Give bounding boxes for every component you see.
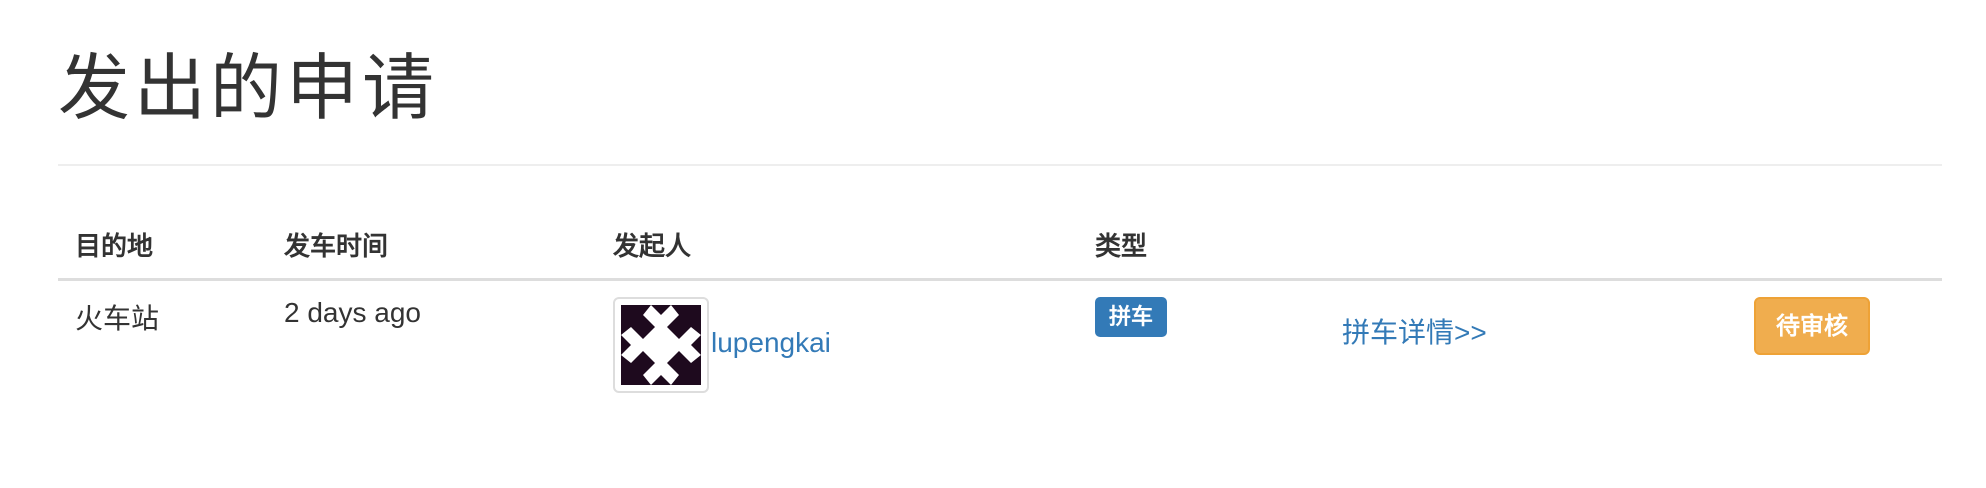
destination-text: 火车站 [75, 303, 160, 334]
table-header: 目的地 发车时间 发起人 类型 [58, 210, 1942, 281]
departure-time-text: 2 days ago [284, 297, 421, 328]
column-header-departure-time: 发车时间 [267, 210, 596, 281]
pending-review-button[interactable]: 待审核 [1754, 297, 1870, 355]
page: 发出的申请 目的地 发车时间 发起人 类型 火车站 2 days ago lup… [58, 0, 1942, 488]
table-body: 火车站 2 days ago lupengkai 拼车 拼车详情>> 待审核 [58, 280, 1942, 398]
cell-destination: 火车站 [58, 280, 267, 398]
cell-departure-time: 2 days ago [267, 280, 596, 398]
type-badge: 拼车 [1095, 297, 1168, 337]
initiator-link[interactable]: lupengkai [711, 327, 831, 359]
page-title: 发出的申请 [58, 46, 439, 130]
column-header-detail [1320, 210, 1737, 281]
column-header-destination: 目的地 [58, 210, 267, 281]
cell-detail: 拼车详情>> [1320, 280, 1737, 398]
cell-initiator: lupengkai [596, 280, 1078, 398]
identicon-avatar-icon [621, 305, 701, 385]
requests-table: 目的地 发车时间 发起人 类型 火车站 2 days ago lupengkai… [58, 210, 1942, 397]
column-header-type: 类型 [1078, 210, 1320, 281]
table-row: 火车站 2 days ago lupengkai 拼车 拼车详情>> 待审核 [58, 280, 1942, 398]
column-header-initiator: 发起人 [596, 210, 1078, 281]
column-header-status [1737, 210, 1942, 281]
cell-type: 拼车 [1078, 280, 1320, 398]
avatar[interactable] [613, 297, 709, 393]
initiator-info: lupengkai [613, 297, 1078, 393]
table-header-row: 目的地 发车时间 发起人 类型 [58, 210, 1942, 281]
title-divider [58, 164, 1942, 166]
carpool-detail-link[interactable]: 拼车详情>> [1342, 311, 1487, 351]
cell-status: 待审核 [1737, 280, 1942, 398]
